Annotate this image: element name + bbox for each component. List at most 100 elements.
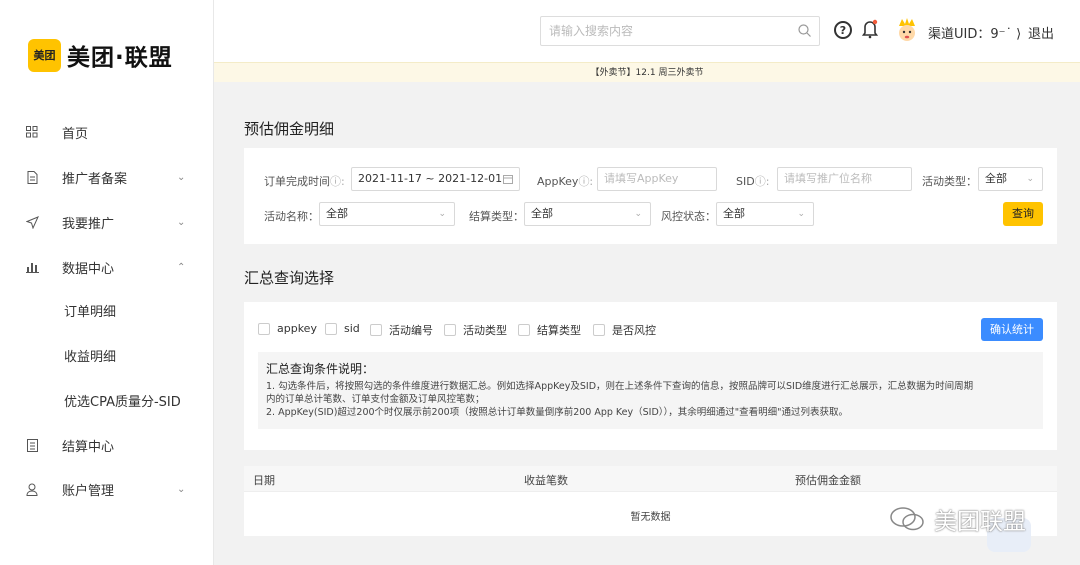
checkbox[interactable] (593, 324, 605, 336)
column-income-count: 收益笔数 (524, 474, 568, 487)
order-time-value: 2021-11-17 ~ 2021-12-01 (358, 172, 503, 185)
checkbox[interactable] (258, 322, 270, 335)
option-label: 结算类型 (537, 324, 581, 337)
sid-label: SIDⓘ: (736, 175, 770, 188)
checkbox[interactable] (325, 322, 337, 335)
top-header: ? 渠道UID：9⁻˙ ⟩ 退出 (214, 0, 1080, 62)
watermark: 美团联盟 (888, 502, 1026, 536)
settle-type-value: 全部 (531, 207, 553, 220)
ledger-icon (25, 438, 39, 452)
column-date: 日期 (253, 474, 275, 487)
sidebar-item-label: 优选CPA质量分-SID (64, 394, 181, 410)
chevron-down-icon: ⌄ (177, 216, 186, 228)
activity-type-value: 全部 (985, 172, 1007, 185)
appkey-label: AppKeyⓘ: (537, 175, 594, 188)
checkbox[interactable] (370, 324, 382, 336)
help-icon[interactable]: ? (834, 21, 852, 39)
sid-input[interactable]: 请填写推广位名称 (777, 167, 912, 191)
wechat-icon (890, 507, 924, 531)
calendar-icon (503, 175, 513, 184)
sidebar-item-label: 结算中心 (62, 439, 115, 455)
sidebar-item-promoter-registration[interactable]: 推广者备案 ⌄ (0, 165, 213, 189)
chevron-down-icon: ⌄ (177, 483, 186, 495)
channel-uid: 渠道UID：9⁻˙ ⟩ (928, 27, 1022, 42)
settle-type-select[interactable]: 全部 ⌄ (524, 202, 651, 226)
description-line: 1. 勾选条件后，将按照勾选的条件维度进行数据汇总。例如选择AppKey及SID… (266, 381, 974, 392)
sidebar-item-account[interactable]: 账户管理 ⌄ (0, 477, 213, 501)
description-line: 2. AppKey(SID)超过200个时仅展示前200项（按照总计订单数量倒序… (266, 407, 849, 418)
sidebar-item-label: 首页 (62, 126, 89, 142)
activity-type-label: 活动类型： (922, 175, 977, 188)
option-activity-type-checkbox[interactable]: 活动类型 (444, 322, 507, 338)
brand-logo[interactable]: 美团 美团·联盟 (28, 38, 173, 72)
chevron-down-icon: ⌄ (797, 209, 805, 219)
option-settle-type-checkbox[interactable]: 结算类型 (518, 322, 581, 338)
option-label: 活动编号 (389, 324, 433, 337)
search-input[interactable] (541, 17, 781, 45)
risk-status-select[interactable]: 全部 ⌄ (716, 202, 814, 226)
activity-name-value: 全部 (326, 207, 348, 220)
option-label: appkey (277, 322, 317, 335)
option-appkey-checkbox[interactable]: appkey (258, 322, 317, 335)
watermark-text: 美团联盟 (934, 509, 1026, 535)
sidebar-item-label: 我要推广 (62, 216, 115, 232)
sidebar-item-label: 订单明细 (64, 304, 117, 320)
activity-name-label: 活动名称： (264, 210, 319, 223)
sidebar-item-label: 账户管理 (62, 483, 115, 499)
order-time-range-picker[interactable]: 2021-11-17 ~ 2021-12-01 (351, 167, 520, 191)
page-title: 预估佣金明细 (244, 120, 335, 138)
description-title: 汇总查询条件说明： (266, 362, 375, 376)
chevron-up-icon: ⌃ (177, 261, 186, 273)
chevron-down-icon: ⌄ (438, 209, 446, 219)
announcement-bar[interactable]: 【外卖节】12.1 周三外卖节 (214, 62, 1080, 82)
appkey-input[interactable]: 请填写AppKey (597, 167, 717, 191)
logout-link[interactable]: 退出 (1028, 23, 1054, 42)
activity-type-select[interactable]: 全部 ⌄ (978, 167, 1043, 191)
option-label: sid (344, 322, 360, 335)
activity-name-select[interactable]: 全部 ⌄ (319, 202, 455, 226)
avatar[interactable] (896, 18, 918, 44)
sidebar-item-data-center[interactable]: 数据中心 ⌃ (0, 255, 213, 279)
document-icon (25, 170, 39, 184)
sidebar-item-label: 推广者备案 (62, 171, 128, 187)
brand-badge: 美团 (28, 38, 61, 72)
search-icon[interactable] (798, 24, 811, 37)
risk-status-label: 风控状态： (661, 210, 716, 223)
bell-icon[interactable] (862, 19, 878, 39)
sidebar: 美团 美团·联盟 首页 推广者备案 ⌄ 我要推广 ⌄ 数据中心 ⌃ 订单明细 收… (0, 0, 214, 565)
bar-chart-icon (25, 260, 39, 274)
chevron-down-icon: ⌄ (634, 209, 642, 219)
option-label: 活动类型 (463, 324, 507, 337)
send-icon (25, 215, 39, 229)
option-risk-checkbox[interactable]: 是否风控 (593, 322, 656, 338)
order-time-label: 订单完成时间ⓘ: (264, 175, 345, 188)
sidebar-item-label: 收益明细 (64, 349, 117, 365)
summary-description: 汇总查询条件说明： 1. 勾选条件后，将按照勾选的条件维度进行数据汇总。例如选择… (258, 352, 1043, 429)
column-estimated-commission: 预估佣金金额 (795, 474, 861, 487)
sidebar-item-settlement[interactable]: 结算中心 (0, 433, 213, 457)
query-button[interactable]: 查询 (1003, 202, 1043, 226)
search-box[interactable] (540, 16, 820, 46)
risk-status-value: 全部 (723, 207, 745, 220)
user-icon (25, 482, 39, 496)
sidebar-item-promote[interactable]: 我要推广 ⌄ (0, 210, 213, 234)
summary-title: 汇总查询选择 (244, 269, 335, 287)
option-activity-id-checkbox[interactable]: 活动编号 (370, 322, 433, 338)
checkbox[interactable] (444, 324, 456, 336)
sidebar-item-home[interactable]: 首页 (0, 120, 213, 144)
sidebar-item-label: 数据中心 (62, 261, 115, 277)
checkbox[interactable] (518, 324, 530, 336)
filter-card (244, 148, 1057, 244)
settle-type-label: 结算类型： (469, 210, 524, 223)
brand-name: 美团·联盟 (67, 45, 173, 71)
confirm-stats-button[interactable]: 确认统计 (981, 318, 1043, 341)
sidebar-item-cpa-quality[interactable]: 优选CPA质量分-SID (0, 388, 213, 412)
sidebar-item-order-detail[interactable]: 订单明细 (0, 298, 213, 322)
chevron-down-icon: ⌄ (177, 171, 186, 183)
option-sid-checkbox[interactable]: sid (325, 322, 360, 335)
grid-icon (25, 125, 39, 139)
option-label: 是否风控 (612, 324, 656, 337)
sidebar-item-income-detail[interactable]: 收益明细 (0, 343, 213, 367)
table-header: 日期 收益笔数 预估佣金金额 (244, 466, 1057, 491)
chevron-down-icon: ⌄ (1026, 174, 1034, 184)
